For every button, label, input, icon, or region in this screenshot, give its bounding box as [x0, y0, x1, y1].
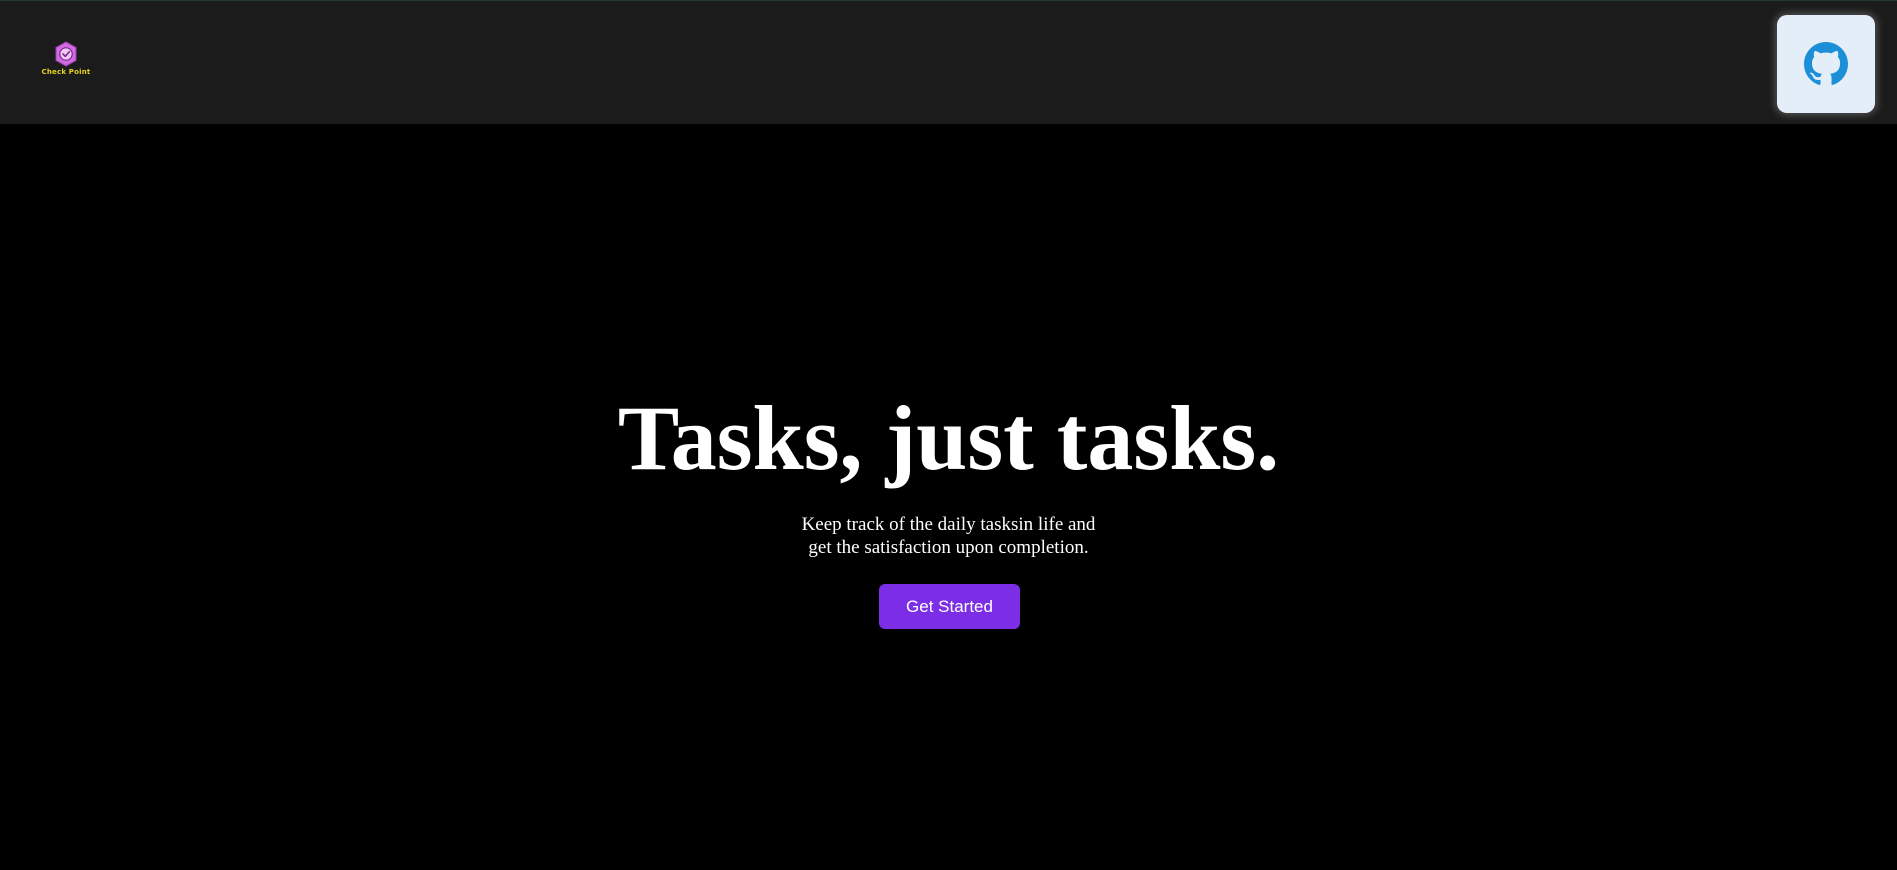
hero-subtitle-line2: get the satisfaction upon completion.: [808, 537, 1089, 558]
hero-section: Tasks, just tasks. Keep track of the dai…: [0, 124, 1897, 870]
github-button[interactable]: [1777, 15, 1875, 113]
logo[interactable]: Check Point: [40, 41, 92, 81]
github-icon: [1804, 42, 1848, 85]
logo-text: Check Point: [41, 68, 91, 76]
get-started-button[interactable]: Get Started: [879, 584, 1020, 629]
hero-subtitle-line1: Keep track of the daily tasksin life and: [801, 514, 1096, 535]
checkpoint-logo-icon: [55, 41, 77, 67]
hero-title: Tasks, just tasks.: [617, 387, 1280, 489]
top-navbar: Check Point: [0, 0, 1897, 124]
hero-subtitle: Keep track of the daily tasksin life and…: [0, 513, 1897, 559]
